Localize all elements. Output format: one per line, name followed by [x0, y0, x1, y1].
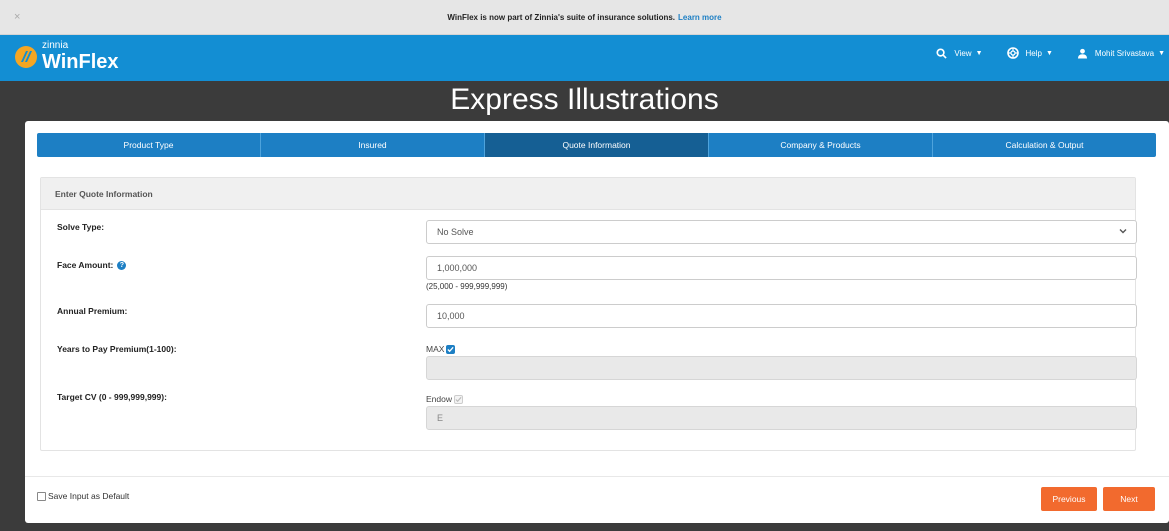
save-default-label: Save Input as Default	[48, 491, 130, 501]
endow-checkbox-label: Endow	[426, 394, 452, 404]
close-icon[interactable]: ×	[14, 11, 20, 23]
chevron-down-icon: ▼	[1045, 49, 1053, 57]
banner-text: WinFlex is now part of Zinnia's suite of…	[447, 12, 676, 22]
save-default-row[interactable]: Save Input as Default	[37, 491, 129, 501]
chevron-down-icon	[1119, 229, 1127, 234]
solve-type-select[interactable]: No Solve	[426, 220, 1137, 244]
user-icon	[1077, 48, 1088, 59]
panel-heading: Enter Quote Information	[41, 178, 1135, 210]
checkbox-checked-icon[interactable]	[446, 344, 456, 354]
annual-premium-input[interactable]: 10,000	[426, 304, 1137, 328]
next-button[interactable]: Next	[1103, 487, 1155, 511]
top-navbar: zinnia WinFlex View ▼ Help ▼ Mohit Sriva…	[0, 35, 1169, 81]
years-to-pay-input[interactable]	[426, 356, 1137, 380]
learn-more-link[interactable]: Learn more	[678, 13, 722, 22]
help-menu-label: Help	[1025, 48, 1042, 58]
solve-type-label: Solve Type:	[57, 222, 105, 232]
user-name: Mohit Srivastava	[1094, 48, 1155, 58]
user-menu[interactable]: Mohit Srivastava ▼	[1077, 48, 1165, 59]
wizard-step-product-type[interactable]: Product Type	[37, 133, 261, 157]
search-icon	[936, 47, 948, 59]
app-logo[interactable]: zinnia WinFlex	[14, 41, 119, 72]
face-amount-input[interactable]: 1,000,000	[426, 256, 1137, 280]
chevron-down-icon: ▼	[975, 49, 983, 57]
wizard-step-calculation-output[interactable]: Calculation & Output	[933, 133, 1156, 157]
target-cv-value: E	[437, 413, 444, 423]
page-title: Express Illustrations	[450, 83, 719, 116]
face-amount-label: Face Amount: ?	[57, 260, 127, 270]
save-default-checkbox[interactable]	[37, 491, 46, 501]
previous-button[interactable]: Previous	[1041, 487, 1097, 511]
max-checkbox-row[interactable]: MAX	[426, 344, 456, 354]
help-lifebuoy-icon	[1006, 47, 1019, 59]
face-amount-hint: (25,000 - 999,999,999)	[426, 282, 508, 291]
help-circle-icon[interactable]: ?	[117, 260, 127, 270]
endow-checkbox-row[interactable]: Endow	[426, 394, 463, 404]
wizard-step-quote-information[interactable]: Quote Information	[485, 133, 709, 157]
zinnia-logo-icon	[15, 45, 37, 68]
max-checkbox-label: MAX	[426, 344, 445, 354]
solve-type-value: No Solve	[437, 227, 474, 237]
view-menu-label: View	[954, 48, 972, 58]
wizard-step-insured[interactable]: Insured	[261, 133, 485, 157]
annual-premium-label: Annual Premium:	[57, 306, 128, 316]
help-menu[interactable]: Help ▼	[1006, 47, 1053, 59]
announcement-banner: × WinFlex is now part of Zinnia's suite …	[0, 0, 1169, 35]
target-cv-label: Target CV (0 - 999,999,999):	[57, 392, 167, 402]
logo-brand-small: zinnia	[42, 40, 69, 51]
wizard-step-company-products[interactable]: Company & Products	[709, 133, 933, 157]
footer-divider	[25, 476, 1169, 477]
face-amount-value: 1,000,000	[437, 263, 478, 273]
years-to-pay-label: Years to Pay Premium(1-100):	[57, 344, 177, 354]
logo-product-name: WinFlex	[42, 51, 119, 73]
wizard-steps: Product Type Insured Quote Information C…	[37, 133, 1156, 157]
main-card: Product Type Insured Quote Information C…	[25, 121, 1169, 523]
checkbox-checked-icon[interactable]	[454, 394, 463, 404]
chevron-down-icon: ▼	[1158, 49, 1165, 57]
target-cv-input[interactable]: E	[426, 406, 1137, 430]
quote-info-panel: Enter Quote Information Solve Type: No S…	[40, 177, 1137, 451]
annual-premium-value: 10,000	[437, 311, 465, 321]
view-menu[interactable]: View ▼	[936, 47, 983, 59]
